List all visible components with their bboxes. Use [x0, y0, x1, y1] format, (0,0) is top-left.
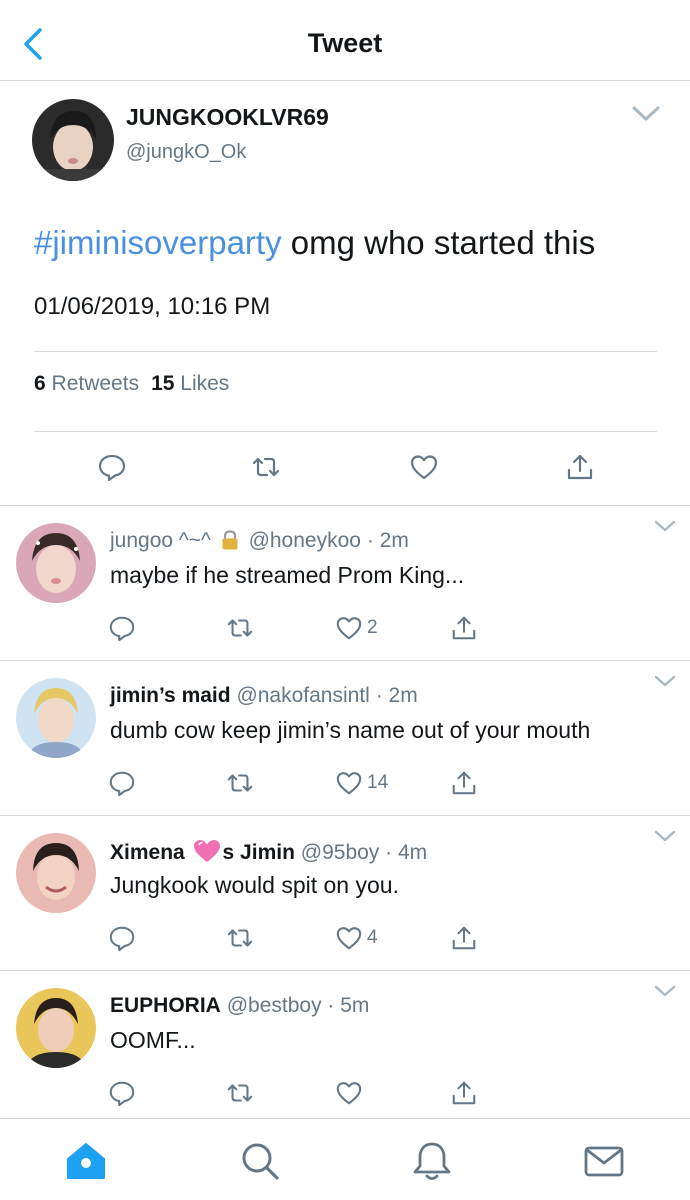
author-handle[interactable]: @jungkO_Ok	[126, 141, 246, 164]
reply-handle[interactable]: @nakofansintl	[236, 684, 369, 707]
chevron-down-icon[interactable]	[652, 828, 678, 844]
like-action[interactable]: 2	[335, 614, 395, 644]
reply-handle[interactable]: @bestboy	[227, 994, 322, 1017]
hashtag-link[interactable]: #jiminisoverparty	[34, 224, 282, 261]
avatar[interactable]	[16, 833, 96, 913]
share-action[interactable]	[450, 1079, 490, 1109]
retweet-action[interactable]	[226, 924, 266, 954]
reply-handle[interactable]: @95boy	[301, 841, 380, 864]
reply-header: EUPHORIA @bestboy · 5m	[110, 994, 369, 1018]
reply-icon[interactable]	[97, 452, 127, 482]
bottom-tab-bar	[0, 1118, 690, 1200]
like-icon[interactable]	[409, 452, 439, 482]
reply-author-name[interactable]: jungoo ^~^	[110, 529, 211, 552]
retweet-count: 6	[34, 372, 46, 395]
reply-text: dumb cow keep jimin’s name out of your m…	[110, 717, 591, 743]
share-action[interactable]	[450, 924, 490, 954]
reply-action[interactable]	[108, 1079, 148, 1109]
like-label: Likes	[180, 372, 230, 395]
retweet-icon	[226, 1079, 254, 1107]
reply-author-name-part1[interactable]: Ximena	[110, 841, 185, 864]
like-icon	[335, 769, 363, 797]
like-icon	[335, 924, 363, 952]
reply-icon	[108, 924, 136, 952]
retweet-action[interactable]	[226, 1079, 266, 1109]
chevron-down-icon[interactable]	[652, 673, 678, 689]
like-icon	[335, 614, 363, 642]
retweets-stat[interactable]: 6 Retweets	[34, 372, 139, 395]
chevron-down-icon[interactable]	[652, 518, 678, 534]
share-icon	[450, 1079, 478, 1107]
retweet-icon[interactable]	[251, 452, 281, 482]
reply-author-name[interactable]: EUPHORIA	[110, 994, 221, 1017]
lock-icon	[219, 529, 241, 557]
likes-stat[interactable]: 15 Likes	[151, 372, 229, 395]
like-action[interactable]: 14	[335, 769, 395, 799]
messages-icon[interactable]	[582, 1139, 626, 1183]
divider	[34, 431, 657, 432]
reply-handle[interactable]: @honeykoo	[249, 529, 361, 552]
share-icon	[450, 614, 478, 642]
reply-icon	[108, 769, 136, 797]
retweet-action[interactable]	[226, 614, 266, 644]
timestamp: 01/06/2019, 10:16 PM	[34, 293, 271, 320]
reply-header: jimin’s maid @nakofansintl · 2m	[110, 684, 418, 708]
tweet-body: omg who started this	[281, 224, 596, 261]
share-icon	[450, 769, 478, 797]
reply-action[interactable]	[108, 614, 148, 644]
like-action[interactable]	[335, 1079, 375, 1109]
reply-tweet[interactable]: jimin’s maid @nakofansintl · 2m dumb cow…	[0, 660, 690, 815]
reply-author-name[interactable]: jimin’s maid	[110, 684, 231, 707]
retweet-icon	[226, 769, 254, 797]
like-count: 4	[367, 927, 378, 948]
top-nav-bar: Tweet	[0, 0, 690, 81]
share-icon[interactable]	[565, 452, 595, 482]
search-icon[interactable]	[238, 1139, 282, 1183]
heart-emoji-icon	[193, 839, 221, 869]
reply-tweet[interactable]: jungoo ^~^ @honeykoo · 2m maybe if he st…	[0, 505, 690, 660]
divider	[34, 351, 657, 352]
retweet-label: Retweets	[51, 372, 140, 395]
chevron-down-icon[interactable]	[652, 983, 678, 999]
reply-text: OOMF...	[110, 1027, 196, 1053]
like-count: 15	[151, 372, 175, 395]
reply-time: · 5m	[327, 994, 370, 1017]
reply-tweet[interactable]: EUPHORIA @bestboy · 5m OOMF...	[0, 970, 690, 1118]
reply-time: · 2m	[375, 684, 418, 707]
retweet-icon	[226, 614, 254, 642]
reply-author-name-part2[interactable]: s Jimin	[223, 841, 295, 864]
retweet-action[interactable]	[226, 769, 266, 799]
share-icon	[450, 924, 478, 952]
avatar[interactable]	[16, 523, 96, 603]
tweet-stats: 6 Retweets 15 Likes	[34, 372, 229, 396]
reply-text: Jungkook would spit on you.	[110, 872, 399, 898]
share-action[interactable]	[450, 769, 490, 799]
notifications-icon[interactable]	[410, 1139, 454, 1183]
like-action[interactable]: 4	[335, 924, 395, 954]
home-icon[interactable]	[64, 1139, 108, 1183]
avatar[interactable]	[16, 678, 96, 758]
reply-action[interactable]	[108, 769, 148, 799]
reply-header: Ximena s Jimin @95boy · 4m	[110, 839, 427, 869]
reply-text: maybe if he streamed Prom King...	[110, 562, 465, 588]
author-name[interactable]: JUNGKOOKLVR69	[126, 104, 329, 131]
avatar[interactable]	[32, 99, 114, 181]
share-action[interactable]	[450, 614, 490, 644]
reply-tweet[interactable]: Ximena s Jimin @95boy · 4m Jungkook woul…	[0, 815, 690, 970]
reply-icon	[108, 614, 136, 642]
reply-action[interactable]	[108, 924, 148, 954]
retweet-icon	[226, 924, 254, 952]
reply-header: jungoo ^~^ @honeykoo · 2m	[110, 529, 409, 557]
chevron-down-icon[interactable]	[628, 102, 664, 126]
reply-time: · 4m	[385, 841, 428, 864]
like-count: 2	[367, 617, 378, 638]
page-title: Tweet	[307, 28, 383, 58]
avatar[interactable]	[16, 988, 96, 1068]
reply-icon	[108, 1079, 136, 1107]
like-count: 14	[367, 772, 389, 793]
like-icon	[335, 1079, 363, 1107]
tweet-text: #jiminisoverparty omg who started this	[34, 224, 595, 262]
reply-time: · 2m	[366, 529, 409, 552]
